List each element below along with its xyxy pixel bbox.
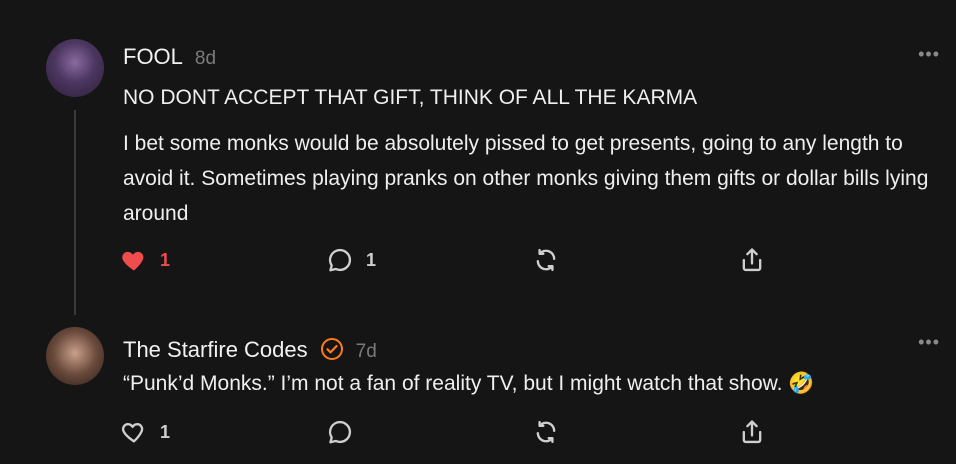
avatar[interactable] bbox=[46, 327, 104, 385]
comment-header: The Starfire Codes 7d bbox=[123, 333, 377, 363]
thread-line bbox=[74, 110, 76, 315]
like-count: 1 bbox=[160, 249, 171, 270]
comment-starfire-codes: The Starfire Codes 7d ••• “Punk’d Monks.… bbox=[0, 300, 956, 464]
like-button[interactable]: 1 bbox=[120, 240, 170, 280]
share-button[interactable] bbox=[738, 412, 766, 452]
comment-header: FOOL 8d bbox=[123, 44, 216, 70]
share-icon bbox=[742, 420, 762, 444]
comment-text: I bet some monks would be absolutely pis… bbox=[123, 132, 929, 225]
comment-title: NO DONT ACCEPT THAT GIFT, THINK OF ALL T… bbox=[123, 86, 698, 109]
like-button[interactable]: 1 bbox=[120, 412, 170, 452]
share-button[interactable] bbox=[738, 240, 766, 280]
author-name[interactable]: FOOL bbox=[123, 44, 183, 70]
comment-bubble-icon bbox=[328, 420, 352, 444]
comment-text: “Punk’d Monks.” I’m not a fan of reality… bbox=[123, 372, 815, 395]
reply-button[interactable]: 1 bbox=[326, 240, 376, 280]
timestamp[interactable]: 8d bbox=[195, 48, 216, 70]
reply-button[interactable] bbox=[326, 412, 366, 452]
share-icon bbox=[742, 248, 762, 272]
like-count: 1 bbox=[160, 421, 171, 442]
verified-badge-icon bbox=[320, 338, 343, 360]
timestamp[interactable]: 7d bbox=[356, 341, 377, 363]
restack-button[interactable] bbox=[532, 412, 560, 452]
comment-bubble-icon bbox=[328, 248, 352, 272]
comment-actions: 1 1 bbox=[0, 240, 956, 280]
comment-actions: 1 bbox=[0, 412, 956, 452]
restack-icon bbox=[536, 248, 556, 272]
reply-count: 1 bbox=[366, 249, 377, 270]
more-options-icon[interactable]: ••• bbox=[918, 332, 940, 353]
restack-icon bbox=[536, 420, 556, 444]
heart-filled-icon bbox=[122, 251, 144, 271]
author-name[interactable]: The Starfire Codes bbox=[123, 337, 308, 363]
restack-button[interactable] bbox=[532, 240, 560, 280]
avatar[interactable] bbox=[46, 39, 104, 97]
more-options-icon[interactable]: ••• bbox=[918, 44, 940, 65]
heart-outline-icon bbox=[121, 423, 144, 443]
comment-fool: FOOL 8d ••• NO DONT ACCEPT THAT GIFT, TH… bbox=[0, 0, 956, 315]
